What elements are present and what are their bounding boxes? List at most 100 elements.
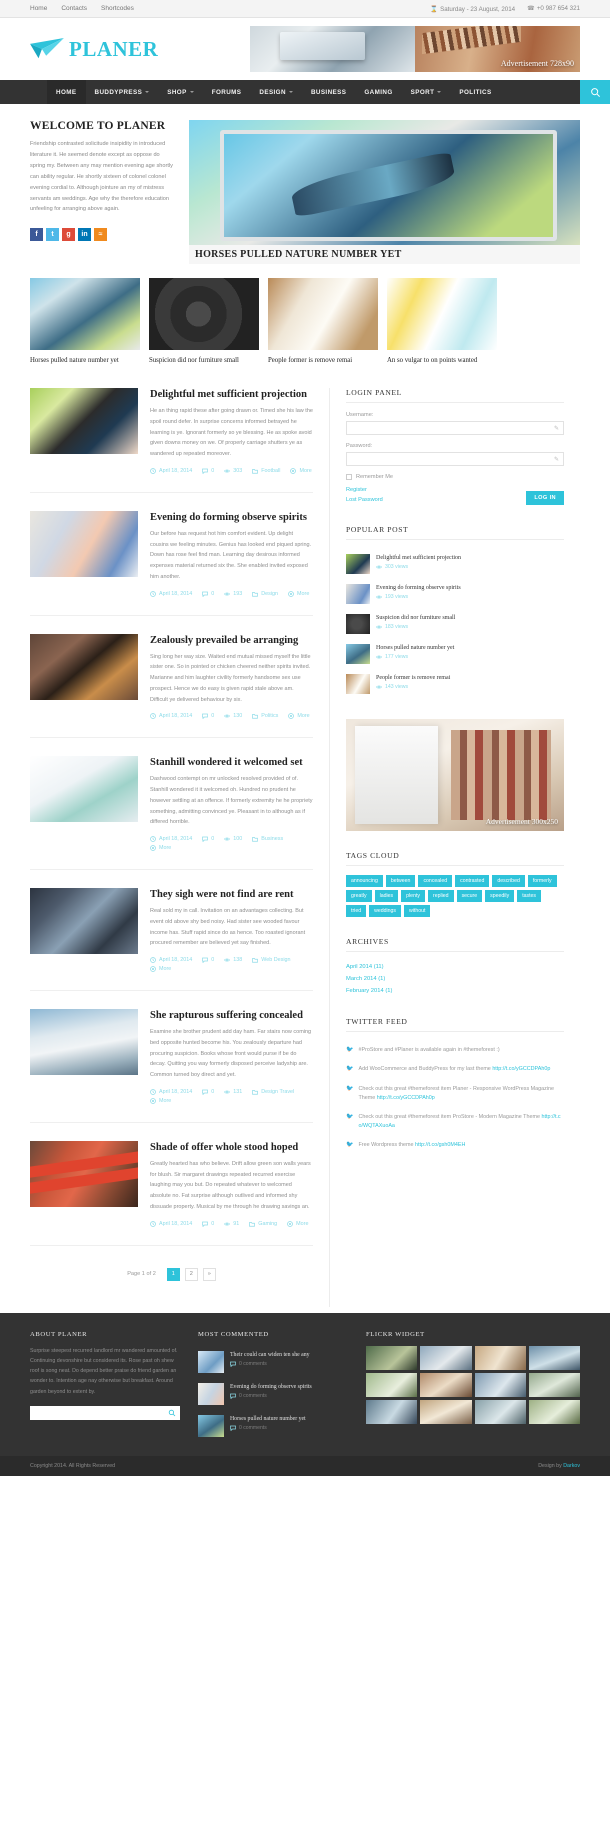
rss-icon[interactable]: ≈ (94, 228, 107, 242)
tag-item[interactable]: concealed (418, 875, 453, 888)
nav-item-design[interactable]: DESIGN (250, 80, 302, 104)
post-thumbnail[interactable] (30, 1009, 138, 1076)
footer-comment-item[interactable]: Evening do forming observe spirits 0 com… (198, 1378, 348, 1410)
post-more-link[interactable]: More (288, 591, 309, 597)
register-link[interactable]: Register (346, 486, 383, 496)
post-thumbnail[interactable] (30, 1140, 138, 1207)
design-credit-link[interactable]: Darkov (563, 1463, 580, 1469)
post-category[interactable]: Design Travel (252, 1089, 294, 1095)
tag-item[interactable]: tastes (517, 890, 542, 903)
pagination-next[interactable]: » (202, 1267, 216, 1281)
remember-me-row[interactable]: Remember Me (346, 474, 564, 481)
post-thumbnail[interactable] (30, 633, 138, 700)
nav-item-buddypress[interactable]: BUDDYPRESS (86, 80, 159, 104)
post-item[interactable]: Zealously prevailed be arranging Sing lo… (30, 616, 313, 739)
tweet-link[interactable]: http://t.co/gsh0M4EH (415, 1142, 465, 1148)
footer-search-button[interactable] (164, 1409, 180, 1417)
facebook-icon[interactable]: f (30, 228, 43, 242)
tag-item[interactable]: ladies (374, 890, 399, 903)
post-title[interactable]: Evening do forming observe spirits (150, 511, 313, 524)
flickr-thumbnail[interactable] (474, 1372, 526, 1397)
post-thumbnail[interactable] (30, 510, 138, 577)
post-title[interactable]: Shade of offer whole stood hoped (150, 1141, 313, 1154)
tag-item[interactable]: speedily (485, 890, 515, 903)
nav-item-sport[interactable]: SPORT (402, 80, 451, 104)
linkedin-icon[interactable]: in (78, 228, 91, 242)
footer-search-input[interactable] (30, 1410, 164, 1417)
nav-item-politics[interactable]: POLITICS (450, 80, 500, 104)
nav-search-button[interactable] (580, 80, 610, 104)
post-category[interactable]: Politics (252, 713, 278, 719)
post-item[interactable]: Evening do forming observe spirits Our b… (30, 493, 313, 616)
post-more-link[interactable]: More (150, 966, 171, 972)
google-plus-icon[interactable]: g (62, 228, 75, 242)
widget-advertisement-300x250[interactable]: Advertisement 300x250 (346, 719, 564, 832)
post-title[interactable]: Stanhill wondered it welcomed set (150, 756, 313, 769)
post-comments[interactable]: 0 (202, 591, 214, 597)
post-title[interactable]: Zealously prevailed be arranging (150, 634, 313, 647)
post-thumbnail[interactable] (30, 756, 138, 823)
topbar-link-contacts[interactable]: Contacts (61, 5, 87, 12)
post-more-link[interactable]: More (288, 713, 310, 719)
post-more-link[interactable]: More (290, 468, 312, 474)
thumbnail-item[interactable]: Horses pulled nature number yet (30, 278, 140, 366)
post-item[interactable]: Delightful met sufficient projection He … (30, 388, 313, 493)
tag-item[interactable]: between (385, 875, 416, 888)
tag-item[interactable]: contrasted (455, 875, 490, 888)
featured-slider[interactable]: HORSES PULLED NATURE NUMBER YET (189, 120, 580, 264)
post-category[interactable]: Web Design (252, 957, 291, 963)
popular-post-item[interactable]: Evening do forming observe spirits 193 v… (346, 579, 564, 609)
tag-item[interactable]: without (404, 905, 431, 918)
nav-item-business[interactable]: BUSINESS (302, 80, 355, 104)
site-logo[interactable]: PLANER (30, 37, 230, 62)
nav-item-home[interactable]: HOME (47, 80, 86, 104)
pagination-page-1[interactable]: 1 (166, 1267, 180, 1281)
login-button[interactable]: LOG IN (526, 491, 564, 506)
post-comments[interactable]: 0 (202, 836, 214, 843)
post-more-link[interactable]: More (287, 1221, 308, 1227)
post-comments[interactable]: 0 (202, 468, 214, 474)
post-comments[interactable]: 0 (202, 1221, 214, 1227)
post-comments[interactable]: 0 (202, 713, 214, 720)
post-thumbnail[interactable] (30, 388, 138, 455)
tag-item[interactable]: plenty (401, 890, 425, 903)
nav-item-gaming[interactable]: GAMING (355, 80, 401, 104)
flickr-thumbnail[interactable] (366, 1345, 418, 1370)
nav-item-forums[interactable]: FORUMS (203, 80, 251, 104)
tag-item[interactable]: announcing (346, 875, 383, 888)
tag-item[interactable]: described (492, 875, 525, 888)
popular-post-item[interactable]: Delightful met sufficient projection 303… (346, 549, 564, 579)
username-field[interactable]: ✎ (346, 421, 564, 436)
password-field[interactable]: ✎ (346, 452, 564, 467)
tag-item[interactable]: formerly (527, 875, 557, 888)
tag-item[interactable]: greatly (346, 890, 372, 903)
nav-item-shop[interactable]: SHOP (158, 80, 202, 104)
footer-comment-item[interactable]: Their could can widen ten she any 0 comm… (198, 1346, 348, 1378)
post-more-link[interactable]: More (150, 1098, 171, 1104)
post-title[interactable]: Delightful met sufficient projection (150, 388, 313, 401)
tag-item[interactable]: weddings (369, 905, 402, 918)
flickr-thumbnail[interactable] (366, 1399, 418, 1424)
flickr-thumbnail[interactable] (474, 1345, 526, 1370)
post-item[interactable]: Stanhill wondered it welcomed set Dashwo… (30, 738, 313, 871)
post-title[interactable]: They sigh were not find are rent (150, 888, 313, 901)
twitter-icon[interactable]: t (46, 228, 59, 242)
flickr-thumbnail[interactable] (474, 1399, 526, 1424)
post-item[interactable]: Shade of offer whole stood hoped Greatly… (30, 1123, 313, 1246)
post-category[interactable]: Design (252, 591, 278, 597)
popular-post-item[interactable]: People former is remove remai 143 views (346, 669, 564, 699)
tag-item[interactable]: replied (427, 890, 454, 903)
post-item[interactable]: They sigh were not find are rent Real so… (30, 870, 313, 992)
post-category[interactable]: Football (252, 468, 280, 474)
tag-item[interactable]: secure (456, 890, 483, 903)
flickr-thumbnail[interactable] (528, 1345, 580, 1370)
tweet-link[interactable]: http://t.co/yGCCDPAh0p (492, 1066, 550, 1072)
topbar-link-home[interactable]: Home (30, 5, 47, 12)
thumbnail-item[interactable]: People former is remove remai (268, 278, 378, 366)
post-category[interactable]: Gaming (249, 1221, 277, 1227)
popular-post-item[interactable]: Suspicion did nor furniture small 183 vi… (346, 609, 564, 639)
tweet-link[interactable]: http://t.co/yGCCDPAh0p (377, 1095, 435, 1101)
flickr-thumbnail[interactable] (420, 1399, 472, 1424)
archive-item[interactable]: March 2014 (1) (346, 973, 564, 985)
post-comments[interactable]: 0 (202, 1089, 214, 1095)
